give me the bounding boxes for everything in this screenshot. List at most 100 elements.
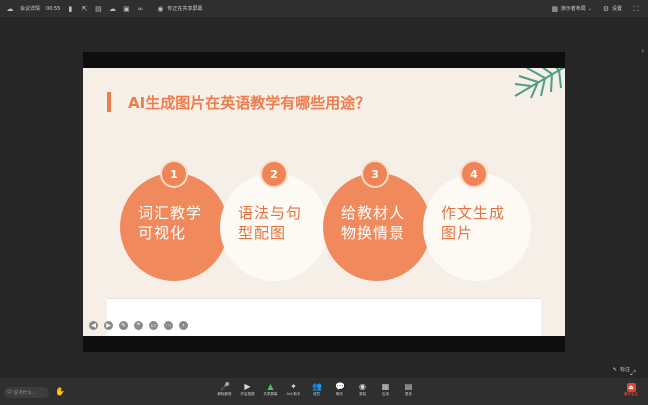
sharing-notice: ◉ 你正在共享屏幕 <box>156 5 202 13</box>
circle-text-2: 语法与句 型配图 <box>238 203 316 243</box>
members-icon: 👥 <box>312 382 322 391</box>
raise-hand-icon[interactable]: ✋ <box>55 387 65 396</box>
number-badge-3: 3 <box>361 160 389 188</box>
layout-icon: ▦ <box>551 4 559 13</box>
more-button[interactable]: ▤ 更多 <box>402 382 415 397</box>
cloud-icon[interactable]: ☁ <box>108 5 116 13</box>
next-slide-icon[interactable]: ▶ <box>104 320 113 330</box>
settings-label: 设置 <box>611 6 622 12</box>
members-button[interactable]: 👥 成员 <box>310 382 323 397</box>
prev-slide-icon[interactable]: ◀ <box>89 320 98 330</box>
emoji-icon: ☺ <box>7 390 12 395</box>
presenter-layout-label: 演示者布局 <box>560 6 586 12</box>
title-accent-bar <box>107 92 111 112</box>
annotate-button[interactable]: ✎ 标注 <box>612 366 630 374</box>
circle-4-line2: 图片 <box>441 224 474 242</box>
number-4: 4 <box>462 162 486 186</box>
more-label: 更多 <box>405 392 412 396</box>
fullscreen-icon[interactable]: ⛶ <box>632 5 640 13</box>
leave-label: 离开会议 <box>624 392 638 396</box>
leave-meeting-button[interactable]: ⏏ 离开会议 <box>624 383 638 397</box>
control-buttons: 🎤 解除静音 ▶ 开启视频 ▲ 共享屏幕 ✦ AI小助手 👥 成员 💬 聊天 ◉… <box>218 382 415 397</box>
exit-icon: ⏏ <box>626 383 636 392</box>
record-label: 录制 <box>359 392 366 396</box>
chevron-down-icon: ⌄ <box>587 5 592 12</box>
shared-screen-stage: ‹ AI生成图片在英语教学有哪些用途？ 词汇教学 可视化 1 语法与句 型配图 … <box>0 17 648 378</box>
circle-1-line2: 可视化 <box>138 224 187 242</box>
circle-text-3: 给教材人 物换情景 <box>341 203 419 243</box>
share-label: 共享屏幕 <box>263 392 278 396</box>
more-icon: ▤ <box>404 382 413 391</box>
slide-title: AI生成图片在英语教学有哪些用途？ <box>128 94 371 112</box>
video-icon: ▶ <box>244 382 251 391</box>
mute-label: 解除静音 <box>217 392 232 396</box>
ai-icon: ✦ <box>290 382 297 391</box>
chevron-left-icon[interactable]: ‹ <box>641 47 644 55</box>
meeting-logo-icon: ☁ <box>6 4 14 13</box>
apps-icon: ▦ <box>381 382 390 391</box>
circle-card-2: 语法与句 型配图 <box>220 173 328 281</box>
mic-icon: 🎤 <box>220 382 230 391</box>
circle-card-3: 给教材人 物换情景 <box>323 173 431 281</box>
signal-icon: ▮ <box>68 4 73 13</box>
more-options-icon[interactable]: ⋯ <box>164 320 173 330</box>
number-badge-1: 1 <box>160 160 188 188</box>
doc-icon[interactable]: ▤ <box>94 5 102 13</box>
chat-label: 聊天 <box>336 392 343 396</box>
apps-button[interactable]: ▦ 应用 <box>379 382 392 397</box>
circle-4-line1: 作文生成 <box>441 204 506 222</box>
meeting-time: 00:55 <box>46 5 61 12</box>
annotate-label: 标注 <box>619 367 630 373</box>
number-2: 2 <box>262 162 286 186</box>
circle-3-line1: 给教材人 <box>341 204 406 222</box>
circle-card-1: 词汇教学 可视化 <box>120 173 228 281</box>
chat-button[interactable]: 💬 聊天 <box>333 382 346 397</box>
annotation-toolbar: ◀ ▶ ✎ ⌖ ▭ ⋯ ‹ <box>89 319 188 331</box>
number-badge-2: 2 <box>260 160 288 188</box>
pen-icon[interactable]: ✎ <box>119 320 128 330</box>
circle-text-1: 词汇教学 可视化 <box>138 203 216 243</box>
presenter-layout-button[interactable]: ▦ 演示者布局 ⌄ <box>551 5 592 13</box>
notice-text: 你正在共享屏幕 <box>167 6 203 12</box>
palm-leaf-decoration <box>514 68 565 99</box>
collapse-icon[interactable]: ‹ <box>179 320 188 330</box>
chat-placeholder: 说点什么... <box>13 390 36 396</box>
circle-card-4: 作文生成 图片 <box>423 173 531 281</box>
mute-button[interactable]: 🎤 解除静音 <box>217 382 232 397</box>
video-button[interactable]: ▶ 开启视频 <box>240 382 255 397</box>
shared-screen: AI生成图片在英语教学有哪些用途？ 词汇教学 可视化 1 语法与句 型配图 2 <box>83 52 565 352</box>
settings-button[interactable]: ⚙ 设置 <box>602 5 622 13</box>
subtitle-icon[interactable]: ▭ <box>149 320 158 330</box>
slide: AI生成图片在英语教学有哪些用途？ 词汇教学 可视化 1 语法与句 型配图 2 <box>83 68 565 336</box>
expand-icon[interactable]: ⤢ <box>630 369 636 378</box>
number-1: 1 <box>162 162 186 186</box>
pointer-icon[interactable]: ⌖ <box>134 320 143 330</box>
members-label: 成员 <box>313 392 320 396</box>
number-badge-4: 4 <box>460 160 488 188</box>
apps-label: 应用 <box>382 392 389 396</box>
circle-text-4: 作文生成 图片 <box>441 203 519 243</box>
pencil-icon: ✎ <box>612 366 617 373</box>
circle-1-line1: 词汇教学 <box>138 204 203 222</box>
share-link-icon[interactable]: ⇱ <box>80 5 88 13</box>
ai-label: AI小助手 <box>286 392 301 396</box>
app-name[interactable]: 会议详情 <box>20 5 40 12</box>
record-icon: ◉ <box>359 382 366 391</box>
circle-2-line1: 语法与句 <box>238 204 303 222</box>
ai-assistant-button[interactable]: ✦ AI小助手 <box>286 382 301 397</box>
bottom-toolbar: ☺ 说点什么... ✋ 🎤 解除静音 ▶ 开启视频 ▲ 共享屏幕 ✦ AI小助手… <box>0 378 648 405</box>
top-bar: ☁ 会议详情 00:55 ▮ ⇱ ▤ ☁ ▣ ∞ ◉ 你正在共享屏幕 ▦ 演示者… <box>0 0 648 17</box>
gear-icon: ⚙ <box>602 4 610 13</box>
video-label: 开启视频 <box>240 392 255 396</box>
chat-input[interactable]: ☺ 说点什么... <box>4 387 49 398</box>
chat-icon: 💬 <box>335 382 345 391</box>
record-button[interactable]: ◉ 录制 <box>356 382 369 397</box>
recording-icon[interactable]: ▣ <box>122 5 130 13</box>
share-screen-icon: ▲ <box>267 382 274 391</box>
glasses-icon[interactable]: ∞ <box>136 5 144 13</box>
share-screen-button[interactable]: ▲ 共享屏幕 <box>263 382 278 397</box>
notice-icon: ◉ <box>157 4 164 13</box>
circle-2-line2: 型配图 <box>238 224 287 242</box>
circle-3-line2: 物换情景 <box>341 224 406 242</box>
number-3: 3 <box>363 162 387 186</box>
